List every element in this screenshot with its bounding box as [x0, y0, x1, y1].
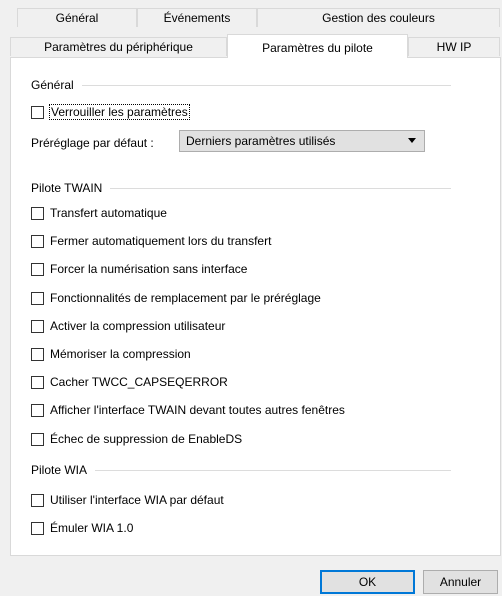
twain-option-preset-override[interactable]: Fonctionnalités de remplacement par le p… [31, 291, 321, 305]
option-label: Cacher TWCC_CAPSEQERROR [50, 375, 228, 389]
twain-option-user-compression[interactable]: Activer la compression utilisateur [31, 319, 225, 333]
general-group-label: Général [31, 78, 74, 92]
twain-option-remember-compression[interactable]: Mémoriser la compression [31, 347, 191, 361]
wia-group-divider [95, 469, 451, 471]
wia-group-label: Pilote WIA [31, 463, 88, 477]
tab-device-settings[interactable]: Paramètres du périphérique [10, 37, 227, 56]
option-label: Forcer la numérisation sans interface [50, 262, 248, 276]
preset-dropdown[interactable]: Derniers paramètres utilisés [179, 130, 425, 152]
option-label: Transfert automatique [50, 206, 167, 220]
cancel-button[interactable]: Annuler [423, 570, 498, 594]
twain-group-divider [110, 187, 451, 189]
checkbox[interactable] [31, 234, 44, 248]
checkbox[interactable] [31, 206, 44, 220]
twain-option-enableds-failure[interactable]: Échec de suppression de EnableDS [31, 432, 242, 446]
lock-settings-checkbox[interactable]: Verrouiller les paramètres [31, 104, 190, 120]
driver-settings-panel: Général Verrouiller les paramètres Préré… [10, 57, 501, 556]
option-label: Afficher l'interface TWAIN devant toutes… [50, 403, 345, 417]
option-label: Émuler WIA 1.0 [50, 521, 134, 535]
twain-option-force-no-ui[interactable]: Forcer la numérisation sans interface [31, 262, 247, 276]
checkbox[interactable] [31, 319, 44, 333]
option-label: Utiliser l'interface WIA par défaut [50, 493, 224, 507]
general-group-divider [81, 84, 451, 86]
wia-option-default-ui[interactable]: Utiliser l'interface WIA par défaut [31, 493, 224, 507]
tab-general[interactable]: Général [17, 8, 137, 27]
option-label: Échec de suppression de EnableDS [50, 432, 243, 446]
ok-button[interactable]: OK [320, 570, 415, 594]
tab-color-management[interactable]: Gestion des couleurs [257, 8, 500, 27]
lock-settings-label: Verrouiller les paramètres [49, 104, 190, 120]
option-label: Fonctionnalités de remplacement par le p… [50, 291, 321, 305]
twain-option-ui-on-top[interactable]: Afficher l'interface TWAIN devant toutes… [31, 403, 345, 417]
checkbox[interactable] [31, 291, 44, 305]
twain-option-auto-transfer[interactable]: Transfert automatique [31, 206, 167, 220]
checkbox[interactable] [31, 375, 44, 389]
option-label: Activer la compression utilisateur [50, 319, 226, 333]
option-label: Mémoriser la compression [50, 347, 191, 361]
tab-driver-settings[interactable]: Paramètres du pilote [227, 34, 408, 58]
checkbox[interactable] [31, 432, 44, 446]
checkbox[interactable] [31, 262, 44, 276]
twain-option-auto-close[interactable]: Fermer automatiquement lors du transfert [31, 234, 271, 248]
wia-group-title: Pilote WIA [31, 463, 451, 477]
twain-option-hide-capseqerror[interactable]: Cacher TWCC_CAPSEQERROR [31, 375, 228, 389]
checkbox[interactable] [31, 493, 44, 507]
checkbox[interactable] [31, 403, 44, 417]
chevron-down-icon [408, 138, 416, 143]
tab-hw-ip[interactable]: HW IP [408, 37, 500, 56]
option-label: Fermer automatiquement lors du transfert [50, 234, 272, 248]
preset-value: Derniers paramètres utilisés [186, 134, 336, 148]
twain-group-title: Pilote TWAIN [31, 181, 451, 195]
twain-group-label: Pilote TWAIN [31, 181, 103, 195]
wia-option-emulate-10[interactable]: Émuler WIA 1.0 [31, 521, 133, 535]
preset-label: Préréglage par défaut : [31, 136, 154, 150]
lock-settings-box[interactable] [31, 105, 44, 119]
general-group-title: Général [31, 78, 451, 92]
checkbox[interactable] [31, 347, 44, 361]
checkbox[interactable] [31, 521, 44, 535]
tab-events[interactable]: Événements [137, 8, 257, 27]
